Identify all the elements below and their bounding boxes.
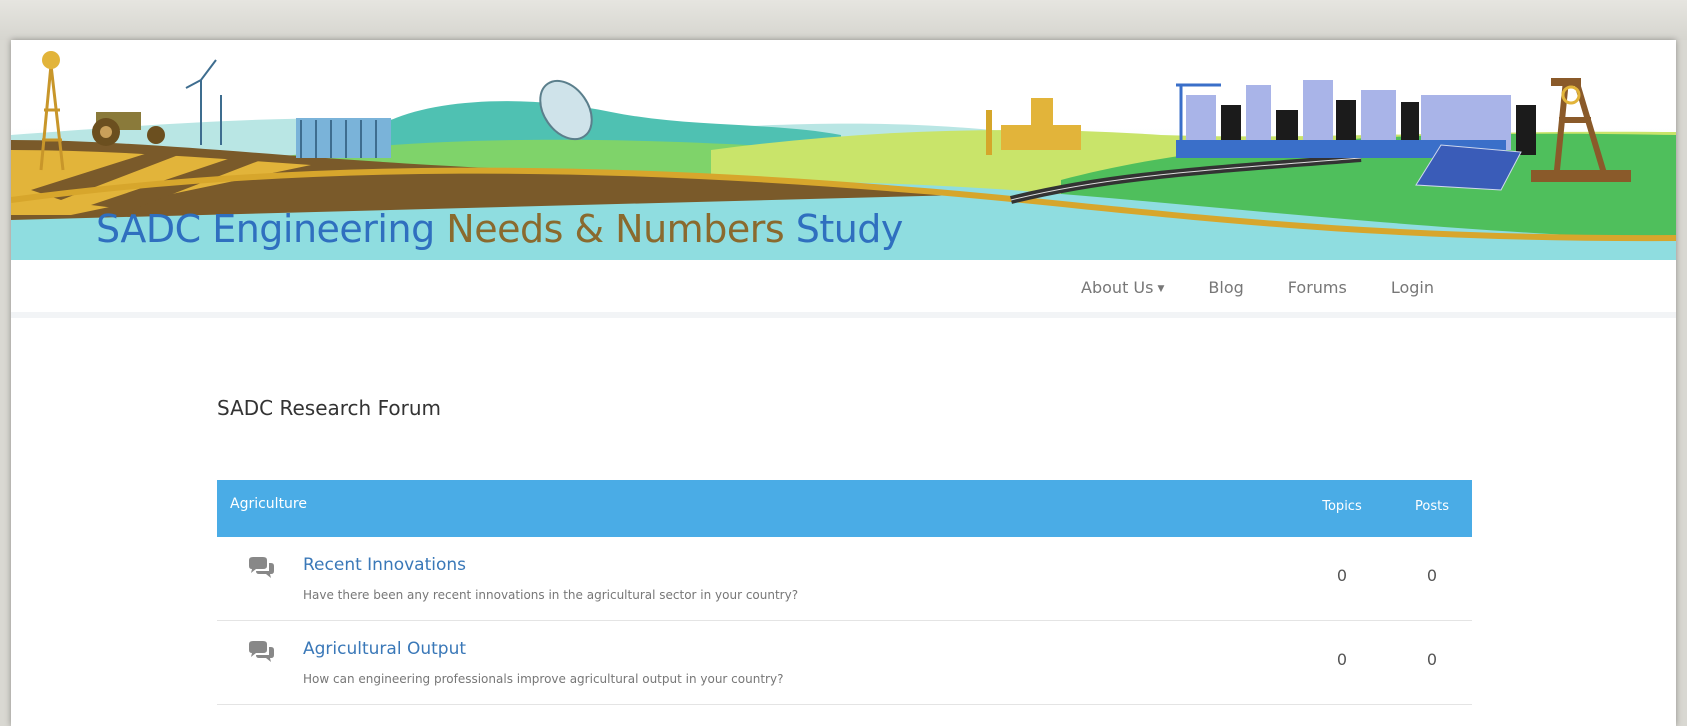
nav-item-label: About Us bbox=[1081, 278, 1154, 297]
nav-item-about-us[interactable]: About Us ▼ bbox=[1059, 278, 1186, 297]
site-banner[interactable]: SADC Engineering Needs & Numbers Study bbox=[11, 40, 1676, 260]
page-title: SADC Research Forum bbox=[217, 396, 441, 420]
column-header-topics: Topics bbox=[1322, 499, 1362, 514]
page-frame: SADC Engineering Needs & Numbers Study A… bbox=[11, 40, 1676, 726]
category-name[interactable]: Agriculture bbox=[230, 496, 307, 512]
category-header: Agriculture Topics Posts bbox=[217, 480, 1472, 537]
nav-item-forums[interactable]: Forums bbox=[1266, 278, 1369, 297]
site-title-part2: Needs & Numbers bbox=[446, 207, 785, 251]
topics-count: 0 bbox=[1336, 566, 1348, 585]
caret-down-icon: ▼ bbox=[1157, 283, 1165, 294]
posts-count: 0 bbox=[1426, 650, 1438, 669]
nav-item-label: Blog bbox=[1208, 278, 1244, 297]
posts-count: 0 bbox=[1426, 566, 1438, 585]
nav-item-login[interactable]: Login bbox=[1369, 278, 1456, 297]
forum-row: Recent Innovations Have there been any r… bbox=[217, 537, 1472, 621]
browser-top-strip bbox=[0, 0, 1687, 40]
forum-row: Agricultural Output How can engineering … bbox=[217, 621, 1472, 705]
nav-item-label: Login bbox=[1390, 278, 1434, 297]
forum-link[interactable]: Recent Innovations bbox=[303, 555, 466, 575]
nav-item-blog[interactable]: Blog bbox=[1186, 278, 1265, 297]
topics-count: 0 bbox=[1336, 650, 1348, 669]
forum-table: Agriculture Topics Posts Recent Innovati… bbox=[217, 480, 1472, 705]
site-title-part3: Study bbox=[784, 207, 904, 251]
forum-link[interactable]: Agricultural Output bbox=[303, 639, 466, 659]
main-nav: About Us ▼ Blog Forums Login bbox=[1059, 278, 1456, 297]
comments-icon bbox=[249, 557, 274, 578]
site-title[interactable]: SADC Engineering Needs & Numbers Study bbox=[96, 207, 903, 251]
forum-description: How can engineering professionals improv… bbox=[303, 672, 784, 686]
site-title-part1: SADC Engineering bbox=[96, 207, 447, 251]
main-navbar: About Us ▼ Blog Forums Login bbox=[11, 260, 1676, 318]
column-header-posts: Posts bbox=[1415, 499, 1449, 514]
nav-item-label: Forums bbox=[1287, 278, 1347, 297]
comments-icon bbox=[249, 641, 274, 662]
forum-description: Have there been any recent innovations i… bbox=[303, 588, 799, 602]
